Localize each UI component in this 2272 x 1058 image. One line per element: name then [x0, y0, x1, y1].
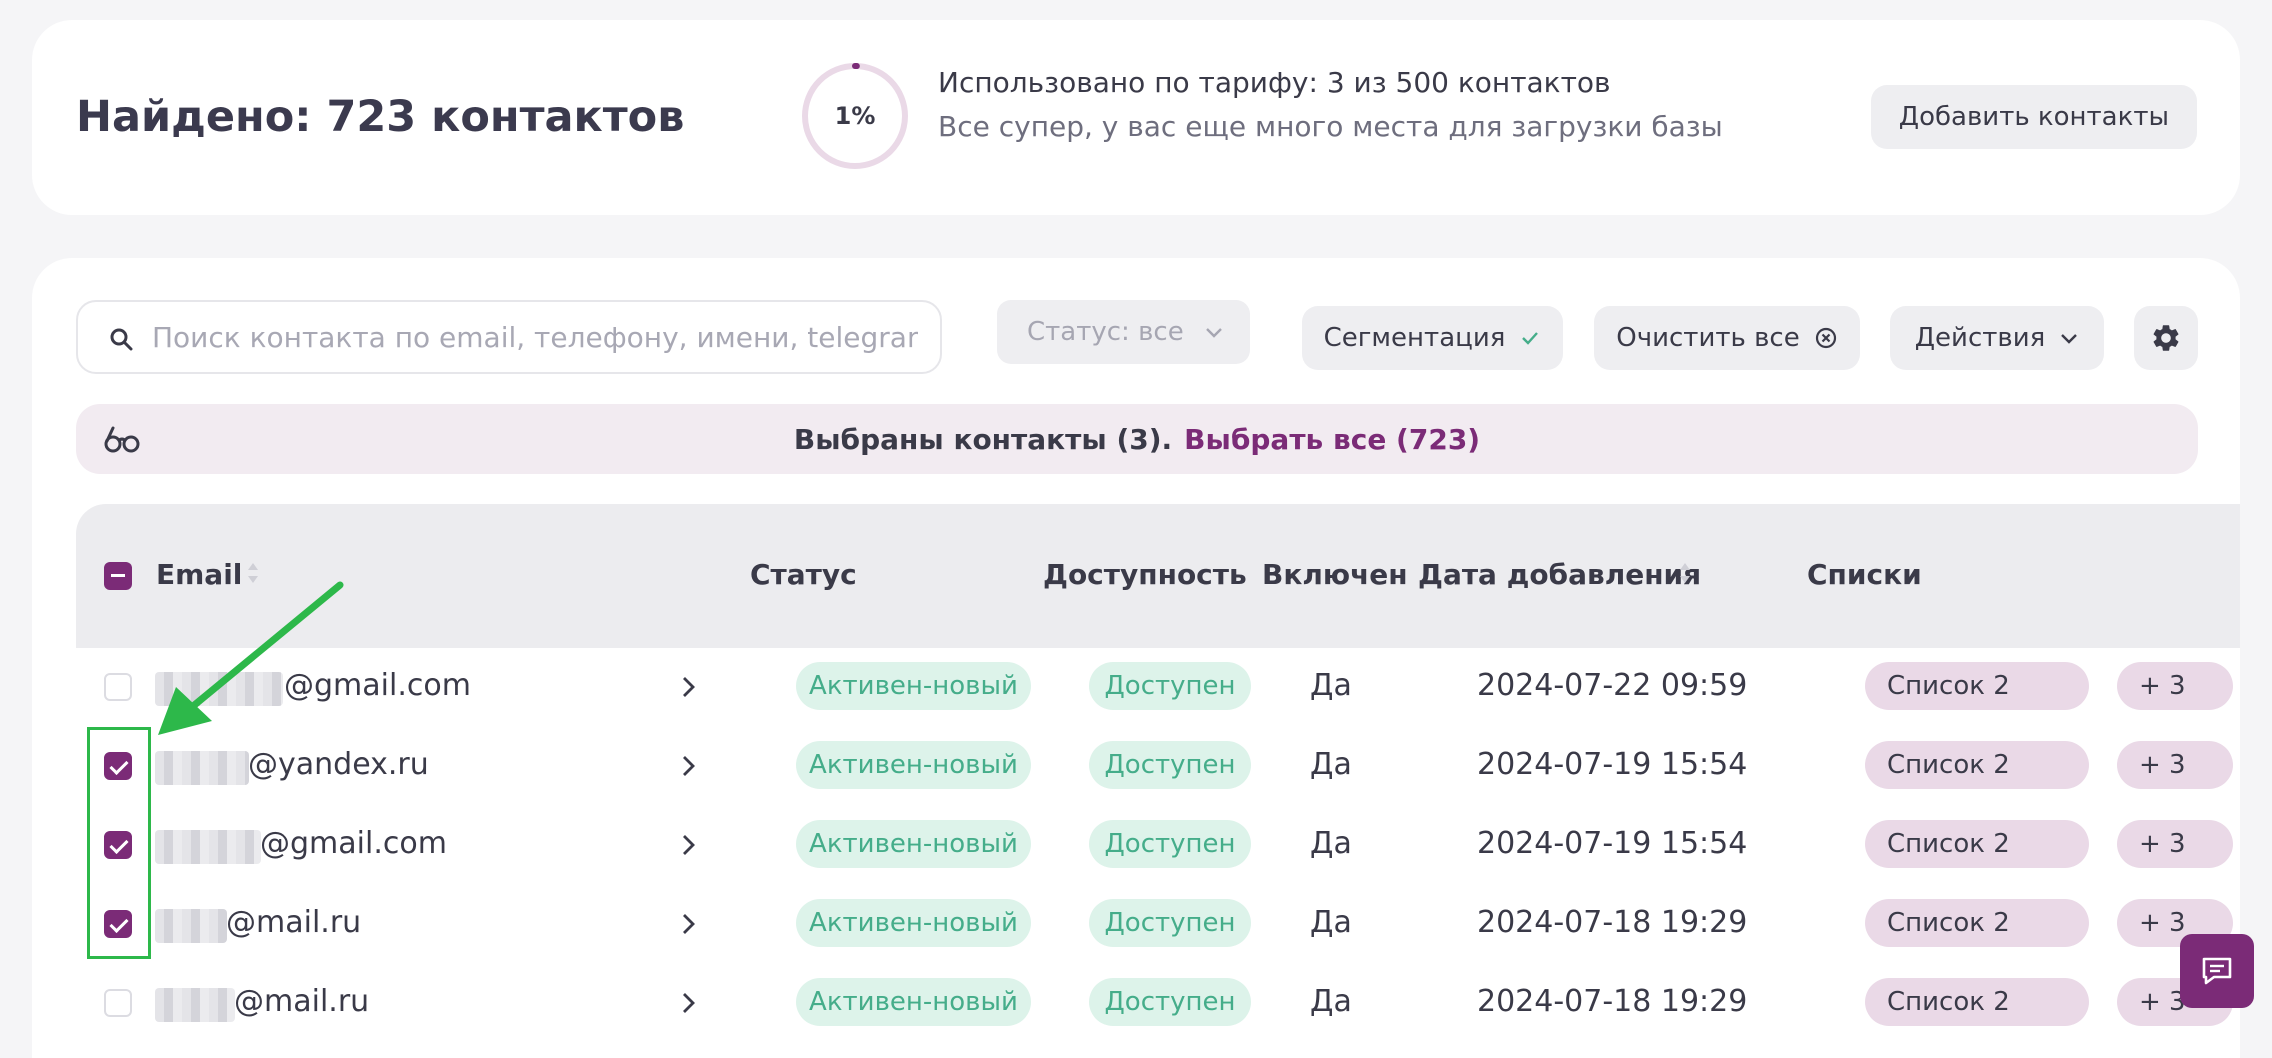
contacts-panel: Статус: все Сегментация Очистить все Дей… — [32, 258, 2240, 1058]
annotation-highlight-box — [87, 727, 151, 959]
redacted-email-name — [155, 988, 235, 1022]
selection-banner: Выбраны контакты (3). Выбрать все (723) — [76, 404, 2198, 474]
chat-button[interactable] — [2180, 934, 2254, 1008]
chevron-right-icon[interactable] — [679, 753, 699, 779]
status-badge: Активен-новый — [796, 899, 1031, 947]
column-enabled: Включен — [1262, 558, 1408, 591]
chevron-down-icon — [1206, 328, 1222, 338]
enabled-value: Да — [1310, 747, 1352, 782]
column-lists: Списки — [1807, 558, 1922, 591]
email-domain: @gmail.com — [260, 826, 447, 861]
add-contacts-button[interactable]: Добавить контакты — [1870, 85, 2197, 149]
enabled-value: Да — [1310, 826, 1352, 861]
check-icon — [1522, 332, 1539, 345]
actions-dropdown[interactable]: Действия — [1890, 306, 2104, 370]
chevron-right-icon[interactable] — [679, 990, 699, 1016]
list-badge: Список 2 — [1865, 978, 2089, 1026]
select-all-link[interactable]: Выбрать все (723) — [1184, 423, 1480, 456]
usage-subtext: Все супер, у вас еще много места для заг… — [938, 110, 1723, 143]
clear-all-label: Очистить все — [1616, 323, 1800, 353]
page-title: Найдено: 723 контактов — [76, 92, 685, 142]
date-added-value: 2024-07-22 09:59 — [1477, 668, 1748, 703]
status-badge: Активен-новый — [796, 662, 1031, 710]
date-added-value: 2024-07-18 19:29 — [1477, 984, 1748, 1019]
column-date-added[interactable]: Дата добавления — [1418, 558, 1701, 591]
date-added-value: 2024-07-19 15:54 — [1477, 747, 1748, 782]
clear-all-button[interactable]: Очистить все — [1594, 306, 1860, 370]
column-status: Статус — [750, 558, 857, 591]
status-badge: Активен-новый — [796, 820, 1031, 868]
redacted-email-name — [155, 909, 227, 943]
settings-button[interactable] — [2134, 306, 2198, 370]
search-icon — [110, 328, 133, 351]
list-badge: Список 2 — [1865, 741, 2089, 789]
enabled-value: Да — [1310, 905, 1352, 940]
gear-icon — [2153, 325, 2179, 351]
chevron-right-icon[interactable] — [679, 674, 699, 700]
availability-badge: Доступен — [1089, 662, 1251, 710]
actions-label: Действия — [1914, 323, 2046, 353]
summary-card: Найдено: 723 контактов 1% Использовано п… — [32, 20, 2240, 215]
redacted-email-name — [155, 830, 261, 864]
enabled-value: Да — [1310, 984, 1352, 1019]
list-badge: Список 2 — [1865, 820, 2089, 868]
chevron-down-icon — [2061, 334, 2078, 344]
date-added-value: 2024-07-19 15:54 — [1477, 826, 1748, 861]
availability-badge: Доступен — [1089, 820, 1251, 868]
table-row[interactable]: @mail.ru Активен-новый Доступен Да 2024-… — [76, 964, 2240, 1043]
glasses-icon — [104, 426, 140, 453]
chat-icon — [2202, 957, 2232, 985]
availability-badge: Доступен — [1089, 899, 1251, 947]
table-row[interactable]: @yandex.ru Активен-новый Доступен Да 202… — [76, 727, 2240, 806]
usage-percent: 1% — [834, 102, 876, 130]
usage-text: Использовано по тарифу: 3 из 500 контакт… — [938, 66, 1611, 99]
list-badge: Список 2 — [1865, 662, 2089, 710]
status-filter-select[interactable]: Статус: все — [997, 300, 1250, 364]
more-lists-badge[interactable]: + 3 — [2117, 820, 2233, 868]
table-header: Email Статус Доступность Включен Дата до… — [76, 504, 2240, 648]
chevron-right-icon[interactable] — [679, 832, 699, 858]
status-badge: Активен-новый — [796, 978, 1031, 1026]
more-lists-badge[interactable]: + 3 — [2117, 741, 2233, 789]
search-input[interactable] — [150, 306, 920, 368]
annotation-arrow — [158, 581, 344, 735]
availability-badge: Доступен — [1089, 978, 1251, 1026]
status-filter-value: Статус: все — [1027, 317, 1184, 347]
column-availability: Доступность — [1043, 558, 1247, 591]
availability-badge: Доступен — [1089, 741, 1251, 789]
search-box[interactable] — [76, 300, 942, 374]
more-lists-badge[interactable]: + 3 — [2117, 662, 2233, 710]
chevron-right-icon[interactable] — [679, 911, 699, 937]
date-added-value: 2024-07-18 19:29 — [1477, 905, 1748, 940]
close-circle-icon — [1815, 327, 1836, 349]
enabled-value: Да — [1310, 668, 1352, 703]
table-row[interactable]: @gmail.com Активен-новый Доступен Да 202… — [76, 648, 2240, 727]
selection-text: Выбраны контакты (3). — [793, 422, 1173, 456]
segmentation-label: Сегментация — [1323, 323, 1506, 353]
table-row[interactable]: @mail.ru Активен-новый Доступен Да 2024-… — [76, 885, 2240, 964]
row-checkbox[interactable] — [104, 989, 132, 1017]
segmentation-button[interactable]: Сегментация — [1302, 306, 1563, 370]
email-domain: @mail.ru — [226, 905, 362, 940]
email-domain: @mail.ru — [234, 984, 370, 1019]
table-row[interactable]: @gmail.com Активен-новый Доступен Да 202… — [76, 806, 2240, 885]
row-checkbox[interactable] — [104, 673, 132, 701]
select-all-checkbox[interactable] — [104, 562, 132, 590]
status-badge: Активен-новый — [796, 741, 1031, 789]
list-badge: Список 2 — [1865, 899, 2089, 947]
redacted-email-name — [155, 751, 249, 785]
sort-icon[interactable] — [1678, 560, 1692, 586]
